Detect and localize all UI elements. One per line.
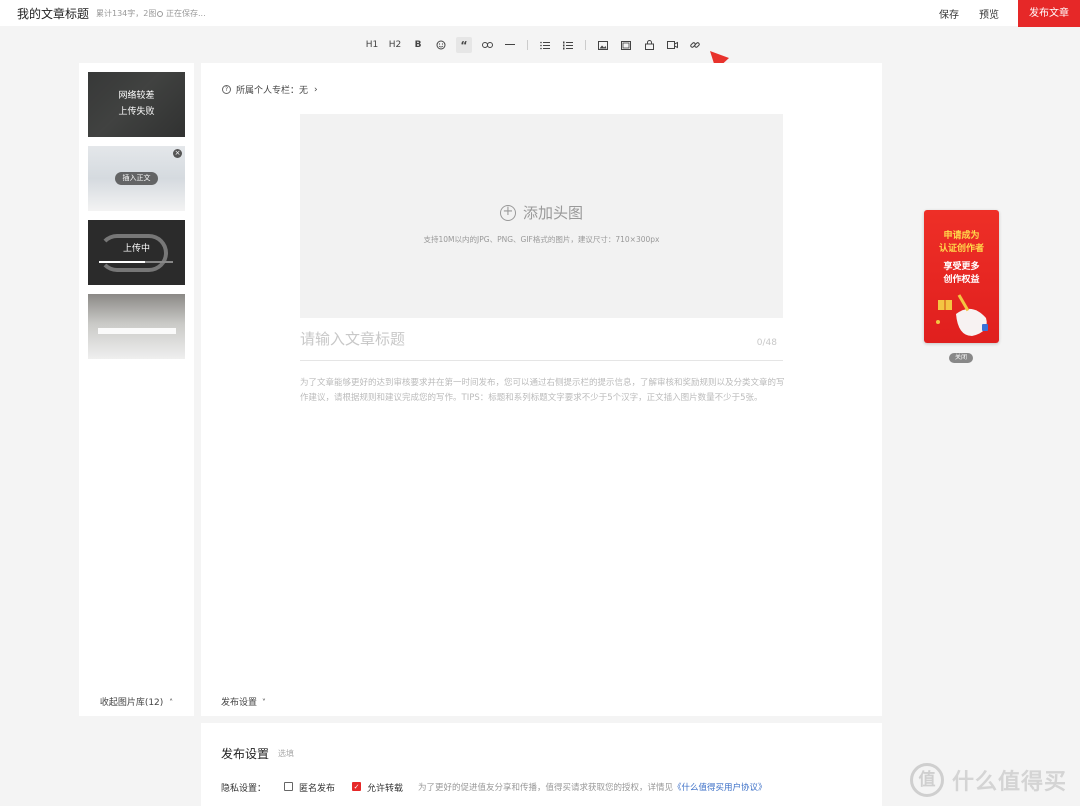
ad-line2: 认证创作者 <box>938 244 984 254</box>
divider-button[interactable] <box>502 37 518 53</box>
title-field: 0/48 <box>300 329 783 361</box>
insert-gallery-button[interactable] <box>618 37 634 53</box>
save-status-text: 正在保存... <box>166 9 206 18</box>
allow-repost-label[interactable]: 允许转载 <box>367 781 403 794</box>
lock-bag-icon <box>644 40 654 50</box>
upload-error-line2: 上传失败 <box>118 107 155 117</box>
collapse-gallery-label: 收起图片库(12) <box>99 698 164 708</box>
title-char-count: 0/48 <box>756 338 777 348</box>
heading1-button[interactable]: H1 <box>364 37 380 53</box>
upload-error-line1: 网络较差 <box>118 91 155 101</box>
anonymous-label[interactable]: 匿名发布 <box>299 781 335 794</box>
add-cover-label: 添加头图 <box>522 204 583 222</box>
format-toolbar: H1 H2 B “ <box>364 37 710 53</box>
word-count: 累计134字，2图 <box>96 9 157 18</box>
saving-icon <box>157 10 163 17</box>
video-icon <box>666 41 678 49</box>
editor-panel: ? 所属个人专栏：无 › + 添加头图 支持10M以内的JPG、PNG、GIF格… <box>201 63 882 716</box>
gift-illustration-icon <box>936 294 988 336</box>
watermark-logo: 值 <box>910 763 944 797</box>
ad-close-button[interactable]: 关闭 <box>949 353 973 363</box>
toolbar-separator <box>527 40 528 50</box>
watermark: 值 什么值得买 <box>910 762 1067 798</box>
chevron-up-icon: ˄ <box>169 698 174 707</box>
emoji-icon <box>436 40 446 50</box>
column-label: 所属个人专栏：无 <box>236 86 309 96</box>
emoji-button[interactable] <box>433 37 449 53</box>
upload-progress-bar <box>99 261 173 263</box>
gallery-thumbnail[interactable] <box>88 294 185 359</box>
upload-progress-fill <box>99 261 145 263</box>
settings-title: 发布设置 <box>221 747 270 761</box>
insert-product-button[interactable] <box>641 37 657 53</box>
title-input[interactable] <box>300 330 720 348</box>
question-icon: ? <box>222 85 231 94</box>
ad-line3: 享受更多 <box>943 262 980 272</box>
numbered-list-button[interactable] <box>560 37 576 53</box>
ad-line1: 申请成为 <box>943 231 980 241</box>
save-status: 正在保存... <box>157 8 206 19</box>
link-icon <box>481 42 493 48</box>
chevron-right-icon: › <box>314 84 318 95</box>
plus-circle-icon: + <box>499 204 516 221</box>
chain-link-icon <box>690 42 700 48</box>
gallery-icon <box>621 40 631 50</box>
save-button[interactable]: 保存 <box>939 6 959 21</box>
insert-into-body-button[interactable]: 插入正文 <box>115 172 158 185</box>
document-title: 我的文章标题 <box>17 7 90 21</box>
column-selector[interactable]: ? 所属个人专栏：无 › <box>222 83 318 96</box>
body-placeholder[interactable]: 为了文章能够更好的达到审核要求并在第一时间发布，您可以通过右侧提示栏的提示信息，… <box>300 376 788 406</box>
cover-hint: 支持10M以内的JPG、PNG、GIF格式的图片，建议尺寸：710×300px <box>423 235 660 244</box>
allow-repost-checkbox[interactable]: ✓ <box>352 782 361 791</box>
creator-ad-banner[interactable]: 申请成为 认证创作者 享受更多 创作权益 <box>924 210 999 343</box>
add-cover-button[interactable]: + 添加头图 <box>300 202 783 223</box>
publish-button[interactable]: 发布文章 <box>1018 0 1080 27</box>
image-icon <box>598 40 608 50</box>
top-bar: 我的文章标题 累计134字，2图 正在保存... 保存 预览 发布文章 <box>0 0 1080 27</box>
heading2-button[interactable]: H2 <box>387 37 403 53</box>
horizontal-rule-icon <box>505 44 515 45</box>
publish-settings-link: 发布设置 <box>221 698 258 708</box>
privacy-label: 隐私设置： <box>221 784 267 794</box>
bold-button[interactable]: B <box>410 37 426 53</box>
gallery-thumbnail-uploading[interactable]: 上传中 <box>88 220 185 285</box>
gallery-thumbnail[interactable]: 插入正文 × <box>88 146 185 211</box>
quote-button[interactable]: “ <box>456 37 472 53</box>
bullet-list-icon <box>540 41 550 49</box>
uploading-text: 上传中 <box>122 244 150 254</box>
preview-button[interactable]: 预览 <box>979 6 999 21</box>
publish-settings-toggle[interactable]: 发布设置 ˅ <box>221 695 266 708</box>
publish-settings-panel: 发布设置 选填 隐私设置： 匿名发布 ✓ 允许转载 为了更好的促进值友分享和传播… <box>201 723 882 806</box>
add-cover-area[interactable]: + 添加头图 支持10M以内的JPG、PNG、GIF格式的图片，建议尺寸：710… <box>300 114 783 318</box>
privacy-note: 为了更好的促进值友分享和传播，值得买请求获取您的授权，详情见《什么值得买用户协议… <box>418 781 767 793</box>
collapse-gallery-button[interactable]: 收起图片库(12) ˄ <box>79 695 194 708</box>
user-agreement-link[interactable]: 《什么值得买用户协议》 <box>673 783 767 793</box>
numbered-list-icon <box>563 41 573 49</box>
bullet-list-button[interactable] <box>537 37 553 53</box>
privacy-note-text: 为了更好的促进值友分享和传播，值得买请求获取您的授权，详情见 <box>418 783 674 793</box>
gallery-thumbnail-failed[interactable]: 网络较差 上传失败 <box>88 72 185 137</box>
thumbnail-art <box>98 328 176 334</box>
watermark-text: 什么值得买 <box>952 770 1068 795</box>
anonymous-checkbox[interactable] <box>284 782 293 791</box>
image-gallery-panel: 网络较差 上传失败 插入正文 × 上传中 收起图片库(12) ˄ <box>79 63 194 716</box>
link-format-button[interactable] <box>479 37 495 53</box>
insert-video-button[interactable] <box>664 37 680 53</box>
chevron-down-icon: ˅ <box>261 698 266 707</box>
insert-image-button[interactable] <box>595 37 611 53</box>
settings-optional-tag: 选填 <box>278 749 294 758</box>
ad-line4: 创作权益 <box>943 275 980 285</box>
toolbar-separator <box>585 40 586 50</box>
close-icon[interactable]: × <box>173 149 182 158</box>
